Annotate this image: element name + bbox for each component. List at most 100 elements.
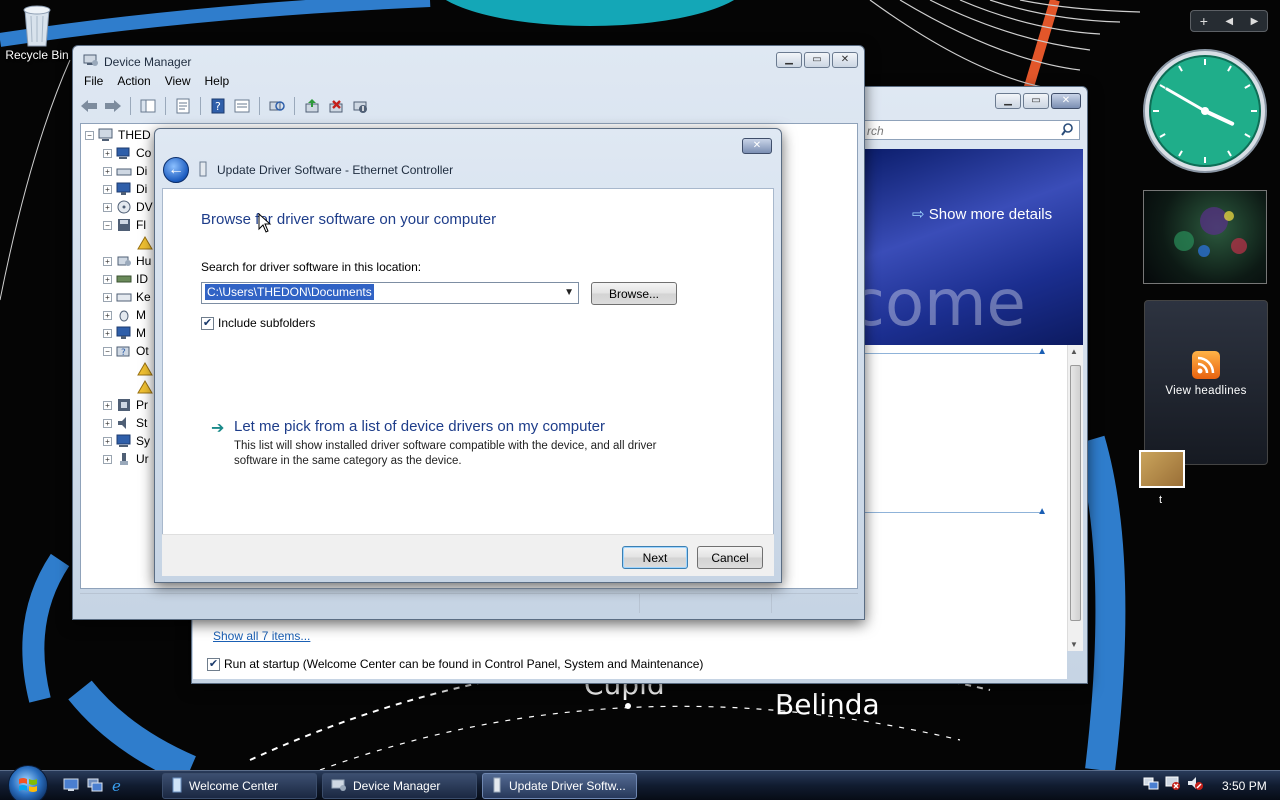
tree-item[interactable] xyxy=(137,234,153,252)
expand-icon[interactable]: + xyxy=(103,400,112,410)
scroll-up-icon[interactable]: ▲ xyxy=(1070,347,1078,356)
search-input[interactable]: rch xyxy=(862,120,1080,140)
expand-icon[interactable]: + xyxy=(103,148,112,158)
update-driver-dialog[interactable]: ✕ ← Update Driver Software - Ethernet Co… xyxy=(154,128,782,583)
maximize-button[interactable]: ▭ xyxy=(1023,93,1049,109)
svg-text:?: ? xyxy=(121,348,126,358)
network-error-icon[interactable] xyxy=(1165,775,1181,794)
minimize-button[interactable]: ▁ xyxy=(995,93,1021,109)
tree-item[interactable]: + M xyxy=(103,324,146,342)
expand-icon[interactable]: + xyxy=(103,274,112,284)
expand-icon[interactable]: + xyxy=(103,436,112,446)
tree-item[interactable]: + ID xyxy=(103,270,148,288)
run-at-startup-checkbox[interactable]: ✔ Run at startup (Welcome Center can be … xyxy=(207,657,703,671)
properties-icon[interactable] xyxy=(173,96,193,116)
clock-gadget[interactable] xyxy=(1142,48,1268,174)
browse-button[interactable]: Browse... xyxy=(591,282,677,305)
collapse-icon[interactable]: − xyxy=(103,346,112,356)
show-all-items-link[interactable]: Show all 7 items... xyxy=(213,629,310,643)
tree-item[interactable]: + DV xyxy=(103,198,153,216)
menu-view[interactable]: View xyxy=(158,72,198,92)
help-icon[interactable]: ? xyxy=(208,96,228,116)
scroll-thumb[interactable] xyxy=(1070,365,1081,621)
feed-headlines-gadget[interactable]: View headlines xyxy=(1144,300,1268,465)
expand-icon[interactable]: + xyxy=(103,292,112,302)
desktop-photo-icon[interactable] xyxy=(1139,450,1185,488)
console-icon[interactable] xyxy=(232,96,252,116)
tree-item[interactable]: −? Ot xyxy=(103,342,149,360)
tree-item[interactable]: + Ur xyxy=(103,450,149,468)
cancel-button[interactable]: Cancel xyxy=(697,546,763,569)
expand-icon[interactable]: + xyxy=(103,310,112,320)
tree-item[interactable]: + Co xyxy=(103,144,151,162)
location-combobox[interactable]: C:\Users\THEDON\Documents ▼ xyxy=(201,282,579,304)
close-button[interactable]: ✕ xyxy=(832,52,858,68)
scan-hardware-icon[interactable] xyxy=(267,96,287,116)
volume-muted-icon[interactable] xyxy=(1187,775,1203,794)
collapse-icon[interactable]: ▲ xyxy=(1037,506,1047,517)
tree-item-label: Hu xyxy=(136,254,152,268)
expand-icon[interactable]: + xyxy=(103,454,112,464)
previous-icon[interactable]: ◀ xyxy=(1225,16,1233,27)
taskbar-welcome-center[interactable]: Welcome Center xyxy=(162,773,317,799)
include-subfolders-checkbox[interactable]: ✔ Include subfolders xyxy=(201,316,315,330)
back-arrow-icon[interactable]: ← xyxy=(163,157,189,183)
switch-windows-icon[interactable] xyxy=(86,776,104,794)
vertical-scrollbar[interactable]: ▲ ▼ xyxy=(1067,345,1083,651)
menu-action[interactable]: Action xyxy=(110,72,157,92)
forward-arrow-icon[interactable] xyxy=(103,96,123,116)
pick-from-list-link[interactable]: Let me pick from a list of device driver… xyxy=(234,418,605,435)
taskbar-update-driver[interactable]: Update Driver Softw... xyxy=(482,773,637,799)
scroll-down-icon[interactable]: ▼ xyxy=(1070,640,1078,649)
search-icon[interactable] xyxy=(1061,123,1074,136)
next-icon[interactable]: ▶ xyxy=(1251,16,1259,27)
expand-icon[interactable]: + xyxy=(103,328,112,338)
expand-icon[interactable]: + xyxy=(103,418,112,428)
disable-device-icon[interactable] xyxy=(350,96,370,116)
tree-item[interactable]: + Di xyxy=(103,162,147,180)
menu-help[interactable]: Help xyxy=(198,72,237,92)
expand-icon[interactable]: + xyxy=(103,256,112,266)
tree-item[interactable] xyxy=(137,378,153,396)
collapse-icon[interactable]: ▲ xyxy=(1037,346,1047,357)
tree-item[interactable] xyxy=(137,360,153,378)
tree-item[interactable]: + Ke xyxy=(103,288,151,306)
back-arrow-icon[interactable] xyxy=(79,96,99,116)
tree-item[interactable]: + Hu xyxy=(103,252,151,270)
recycle-bin[interactable]: Recycle Bin xyxy=(0,2,74,62)
update-driver-icon[interactable] xyxy=(302,96,322,116)
dropdown-arrow-icon[interactable]: ▼ xyxy=(564,287,574,298)
menu-file[interactable]: File xyxy=(77,72,110,92)
start-button[interactable] xyxy=(8,765,48,800)
collapse-icon[interactable]: − xyxy=(103,220,112,230)
close-button[interactable]: ✕ xyxy=(1051,93,1081,109)
tree-item[interactable]: + Pr xyxy=(103,396,148,414)
slideshow-gadget[interactable] xyxy=(1143,190,1267,284)
tree-item[interactable]: + Di xyxy=(103,180,147,198)
tree-item[interactable]: + St xyxy=(103,414,147,432)
tree-item[interactable]: + Sy xyxy=(103,432,150,450)
taskbar-device-manager[interactable]: Device Manager xyxy=(322,773,477,799)
collapse-icon[interactable]: − xyxy=(85,130,94,140)
next-button[interactable]: Next xyxy=(622,546,688,569)
tree-item[interactable]: + M xyxy=(103,306,146,324)
toolbar-separator xyxy=(294,97,295,115)
add-gadget-icon[interactable]: + xyxy=(1200,13,1208,29)
network-icon[interactable] xyxy=(1143,775,1159,794)
view-headlines-link[interactable]: View headlines xyxy=(1145,385,1267,397)
minimize-button[interactable]: ▁ xyxy=(776,52,802,68)
maximize-button[interactable]: ▭ xyxy=(804,52,830,68)
expand-icon[interactable]: + xyxy=(103,166,112,176)
taskbar-clock[interactable]: 3:50 PM xyxy=(1222,779,1267,793)
tree-item[interactable]: − Fl xyxy=(103,216,146,234)
uninstall-icon[interactable] xyxy=(326,96,346,116)
expand-icon[interactable]: + xyxy=(103,184,112,194)
expand-icon[interactable]: + xyxy=(103,202,112,212)
show-desktop-icon[interactable] xyxy=(62,776,80,794)
tree-root[interactable]: − THED xyxy=(85,126,151,144)
internet-explorer-icon[interactable]: e xyxy=(110,776,128,794)
show-hide-tree-icon[interactable] xyxy=(138,96,158,116)
close-button[interactable]: ✕ xyxy=(742,138,772,154)
location-value[interactable]: C:\Users\THEDON\Documents xyxy=(205,284,374,300)
show-more-details-link[interactable]: ⇨ Show more details xyxy=(912,205,1052,223)
